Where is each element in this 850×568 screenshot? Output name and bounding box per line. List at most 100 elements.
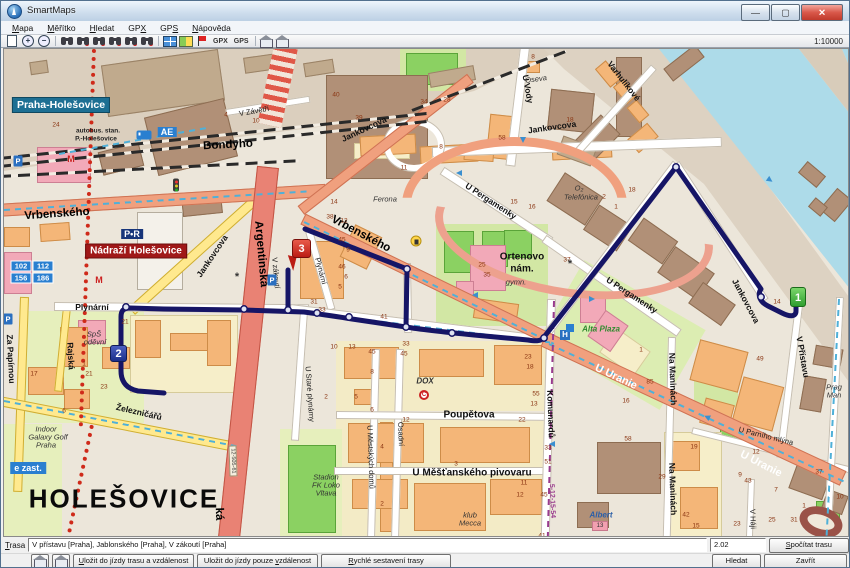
title-bar[interactable]: SmartMaps — ▢ ✕ [1,1,849,22]
house-number: 39 [355,115,362,122]
house-number: 85 [646,379,653,386]
flag-button[interactable] [194,35,210,47]
search-button-6[interactable] [139,35,155,47]
gpx-button[interactable]: GPX [210,38,231,45]
map-label: 186 [33,273,54,284]
home-action-button-1[interactable] [31,554,49,568]
close-button[interactable]: ✕ [801,4,843,21]
map-shape [170,333,208,351]
new-map-button[interactable] [4,35,20,47]
house-number: 10 [252,118,259,125]
map-view-button[interactable] [162,35,178,47]
menu-item-měřítko[interactable]: Měřítko [40,23,82,33]
separator [255,36,256,46]
app-compass-icon [7,4,22,19]
map-label: V Háji [748,509,758,529]
house-icon [55,559,68,568]
house-number: 1 [82,361,86,368]
window-title: SmartMaps [27,5,76,16]
tl-icon [173,179,179,192]
menu-item-mapa[interactable]: Mapa [5,23,40,33]
house-number: 31 [310,299,317,306]
menu-item-nápověda[interactable]: Nápověda [185,23,238,33]
house-number: 45 [540,492,547,499]
quick-route-button[interactable]: Rychlé sestavení trasy [321,554,451,568]
search-button-1[interactable] [59,35,75,47]
map-label: DOX [416,377,433,386]
save-route-distance-button[interactable]: Uložit do jízdy trasu a vzdálenost [73,554,194,568]
route-marker-2[interactable]: 2 [110,345,127,362]
map-label: 102 [11,261,32,272]
house-number: 22 [518,417,525,424]
menu-item-gps[interactable]: GPS [153,23,185,33]
binoculars-icon [141,37,153,45]
map-scale: 1:10000 [814,37,843,46]
map-label: 5-12-15-54 [548,484,556,518]
map-label: 112 [33,261,54,272]
house-number: 18 [566,117,573,124]
house-number: 4 [380,444,384,451]
house-number: 18 [526,364,533,371]
search-button-2[interactable] [75,35,91,47]
map-label: Nádraží Holešovice [85,244,187,259]
house-number: 10 [330,344,337,351]
close-dialog-button[interactable]: Zavřít [764,554,847,568]
route-marker-1[interactable]: 1 [790,287,806,307]
house-number: 8 [370,369,374,376]
house-number: 37 [815,469,822,476]
house-number: 5 [338,284,342,291]
house-number: 5 [354,394,358,401]
map-shape [135,320,161,358]
minimize-button[interactable]: — [741,4,770,21]
map-label: U Staré plynárny [304,366,317,422]
search-button-5[interactable] [123,35,139,47]
smartmaps-window: SmartMaps — ▢ ✕ MapaMěřítkoHledatGPXGPSN… [0,0,850,568]
house-number: 14 [773,299,780,306]
zoom-out-button[interactable]: − [36,35,52,47]
map-label: Oseva [525,73,548,85]
house-number: 21 [121,319,128,326]
map-shape [4,227,30,247]
oneway-arrow-icon [549,441,555,447]
zoom-in-button[interactable]: + [20,35,36,47]
map-canvas[interactable]: Praha-Holešoviceautobus. stan.P.-Holešov… [3,48,849,537]
map-shape [799,375,827,412]
map-shape [419,349,484,377]
distance-field[interactable]: 2.02 [710,538,766,552]
binoculars-icon [109,37,121,45]
route-input[interactable]: V přístavu [Praha], Jablonského [Praha],… [28,538,707,552]
find-button[interactable]: Hledat [712,554,761,568]
map-style-button[interactable] [178,35,194,47]
map-label: Praha [36,441,56,450]
home-button-2[interactable] [275,35,291,47]
map-label: Ortenovo [500,252,544,263]
menu-item-gpx[interactable]: GPX [121,23,153,33]
house-number: 10 [836,494,843,501]
cart-icon: 13 [592,521,608,531]
house-number: 12 [340,218,347,225]
house-number: 58 [624,436,631,443]
map-shape [39,222,70,242]
fuel-icon [411,236,422,247]
save-distance-button[interactable]: Uložit do jízdy pouze vzdálenost [197,554,318,568]
map-label: V Přístavu [794,336,811,379]
menu-item-hledat[interactable]: Hledat [83,23,122,33]
house-number: 9 [738,472,742,479]
home-button-1[interactable] [259,35,275,47]
pbox-icon: P [4,314,13,325]
home-action-button-2[interactable] [52,554,70,568]
route-marker-3[interactable]: 3 [292,239,311,258]
map-label: Na Maninách [667,353,679,406]
search-button-3[interactable] [91,35,107,47]
house-number: 4 [224,112,228,119]
map-label: Telefónica [564,193,598,202]
maximize-button[interactable]: ▢ [771,4,800,21]
gps-button[interactable]: GPS [231,38,252,45]
house-number: 38 [326,214,333,221]
search-button-4[interactable] [107,35,123,47]
house-number: 7 [774,487,778,494]
house-number: 13 [348,344,355,351]
compute-route-button[interactable]: Spočítat trasu [769,538,849,553]
house-number: 13 [530,401,537,408]
house-number: 8 [531,54,535,61]
